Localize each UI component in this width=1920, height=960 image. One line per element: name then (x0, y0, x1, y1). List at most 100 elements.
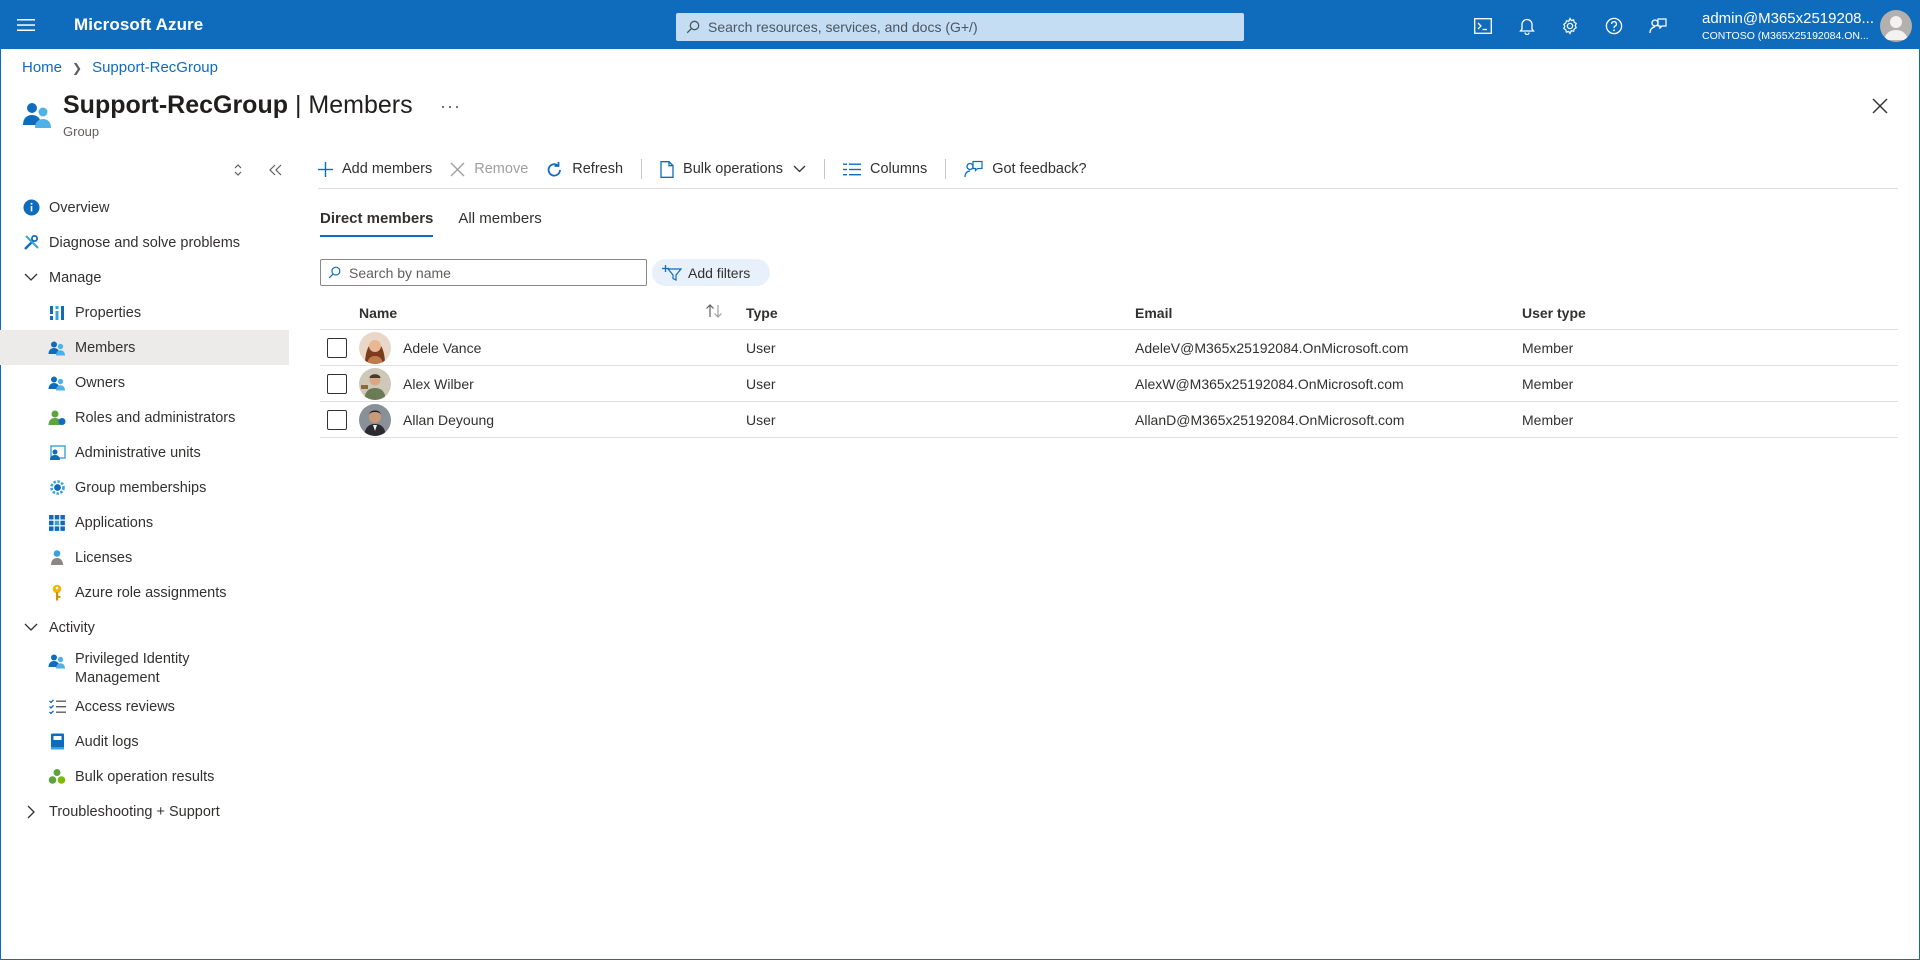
properties-icon (48, 304, 66, 322)
sidebar-item-label: Access reviews (75, 698, 175, 715)
member-name[interactable]: Allan Deyoung (403, 412, 494, 428)
member-email: AdeleV@M365x25192084.OnMicrosoft.com (1135, 339, 1409, 356)
group-name: Support-RecGroup (63, 91, 288, 119)
tab-all-members[interactable]: All members (458, 210, 541, 236)
feedback-button[interactable]: Got feedback? (964, 160, 1087, 178)
settings-icon[interactable] (1556, 12, 1584, 40)
breadcrumb-home[interactable]: Home (22, 59, 62, 76)
sidebar-item-access-reviews[interactable]: Access reviews (0, 689, 289, 724)
sidebar-item-label: Owners (75, 374, 125, 391)
sort-icon[interactable] (705, 304, 723, 321)
member-name[interactable]: Alex Wilber (403, 376, 474, 392)
breadcrumb: Home ❯ Support-RecGroup (22, 59, 218, 76)
sidebar-item-bulk-results[interactable]: Bulk operation results (0, 759, 289, 794)
sidebar-item-overview[interactable]: Overview (0, 190, 289, 225)
members-icon (48, 339, 66, 357)
avatar[interactable] (1880, 10, 1912, 42)
sidebar-item-licenses[interactable]: Licenses (0, 540, 289, 575)
breadcrumb-current[interactable]: Support-RecGroup (92, 59, 218, 76)
member-user-type: Member (1522, 339, 1574, 356)
sidebar-item-azure-roles[interactable]: Azure role assignments (0, 575, 289, 610)
owners-icon (48, 374, 66, 392)
avatar (359, 331, 391, 364)
sidebar-item-label: Privileged Identity Management (75, 651, 190, 686)
sidebar-item-roles[interactable]: Roles and administrators (0, 400, 289, 435)
avatar (359, 367, 391, 400)
sidebar-item-applications[interactable]: Applications (0, 505, 289, 540)
columns-icon (843, 163, 861, 175)
table-row[interactable]: Alex Wilber User AlexW@M365x25192084.OnM… (320, 366, 1898, 402)
pim-icon (48, 652, 66, 670)
remove-button[interactable]: Remove (450, 161, 528, 177)
sidebar-item-owners[interactable]: Owners (0, 365, 289, 400)
notifications-icon[interactable] (1513, 12, 1541, 40)
brand-title[interactable]: Microsoft Azure (74, 15, 203, 35)
table-row[interactable]: Allan Deyoung User AllanD@M365x25192084.… (320, 402, 1898, 438)
chevron-right-icon: ❯ (72, 60, 83, 75)
row-checkbox[interactable] (327, 337, 347, 358)
sidebar-item-label: Activity (49, 619, 95, 636)
columns-button[interactable]: Columns (843, 161, 927, 177)
sidebar-item-audit-logs[interactable]: Audit logs (0, 724, 289, 759)
sidebar-item-group-memberships[interactable]: Group memberships (0, 470, 289, 505)
roles-icon (48, 409, 66, 427)
sidebar-item-properties[interactable]: Properties (0, 295, 289, 330)
column-header-name[interactable]: Name (359, 305, 397, 321)
toolbar-divider (824, 159, 825, 179)
search-icon (328, 266, 341, 279)
member-type: User (746, 375, 776, 392)
sidebar-item-label: Licenses (75, 549, 133, 566)
license-icon (48, 549, 66, 567)
row-checkbox[interactable] (327, 373, 347, 394)
add-filters-button[interactable]: Add filters (652, 259, 771, 286)
feedback-icon[interactable] (1644, 12, 1672, 40)
account-name: admin@M365x2519208... (1702, 10, 1875, 27)
column-header-user-type[interactable]: User type (1522, 305, 1586, 321)
column-header-email[interactable]: Email (1135, 305, 1172, 321)
table-row[interactable]: Adele Vance User AdeleV@M365x25192084.On… (320, 330, 1898, 366)
sidebar-item-members[interactable]: Members (0, 330, 289, 365)
sidebar-item-label: Group memberships (75, 479, 207, 496)
sidebar: Overview Diagnose and solve problems Man… (0, 190, 289, 829)
close-icon (450, 162, 465, 176)
help-icon[interactable] (1600, 12, 1628, 40)
member-name[interactable]: Adele Vance (403, 340, 481, 356)
key-icon (48, 584, 66, 602)
collapse-sidebar-icon[interactable] (266, 160, 286, 180)
menu-icon[interactable] (12, 12, 40, 38)
add-members-button[interactable]: Add members (318, 161, 432, 177)
sidebar-item-pim[interactable]: Privileged Identity Management (0, 645, 289, 689)
search-input[interactable] (349, 264, 639, 281)
member-type: User (746, 411, 776, 428)
gear-icon (48, 479, 66, 497)
search-by-name[interactable] (320, 259, 647, 286)
sidebar-item-label: Members (75, 339, 136, 356)
top-bar: Microsoft Azure admin@M365x2519208... CO… (0, 0, 1920, 49)
sidebar-item-label: Administrative units (75, 444, 201, 461)
sidebar-item-label: Diagnose and solve problems (49, 234, 241, 251)
refresh-button[interactable]: Refresh (546, 161, 623, 178)
more-options-icon[interactable]: ··· (440, 96, 461, 117)
sidebar-group-troubleshooting[interactable]: Troubleshooting + Support (0, 794, 289, 829)
sidebar-group-manage[interactable]: Manage (0, 260, 289, 295)
sidebar-item-diagnose[interactable]: Diagnose and solve problems (0, 225, 289, 260)
cloud-shell-icon[interactable] (1469, 12, 1497, 40)
command-bar-divider (318, 188, 1898, 189)
sidebar-item-admin-units[interactable]: Administrative units (0, 435, 289, 470)
global-search[interactable] (676, 13, 1244, 41)
account-info[interactable]: admin@M365x2519208... CONTOSO (M365X2519… (1702, 10, 1884, 42)
filter-icon (662, 264, 682, 281)
sidebar-item-label: Roles and administrators (75, 409, 236, 426)
close-icon[interactable] (1868, 94, 1892, 118)
column-header-type[interactable]: Type (746, 305, 778, 321)
tab-direct-members[interactable]: Direct members (320, 210, 434, 237)
global-search-input[interactable] (708, 19, 1228, 35)
grid-icon (48, 514, 66, 532)
sort-toggle-icon[interactable] (228, 160, 248, 180)
bulk-operations-button[interactable]: Bulk operations (660, 160, 806, 178)
page-title: Support-RecGroup | Members (63, 91, 413, 120)
checklist-icon (48, 698, 66, 716)
row-checkbox[interactable] (327, 409, 347, 430)
sidebar-group-activity[interactable]: Activity (0, 610, 289, 645)
member-email: AllanD@M365x25192084.OnMicrosoft.com (1135, 411, 1405, 428)
